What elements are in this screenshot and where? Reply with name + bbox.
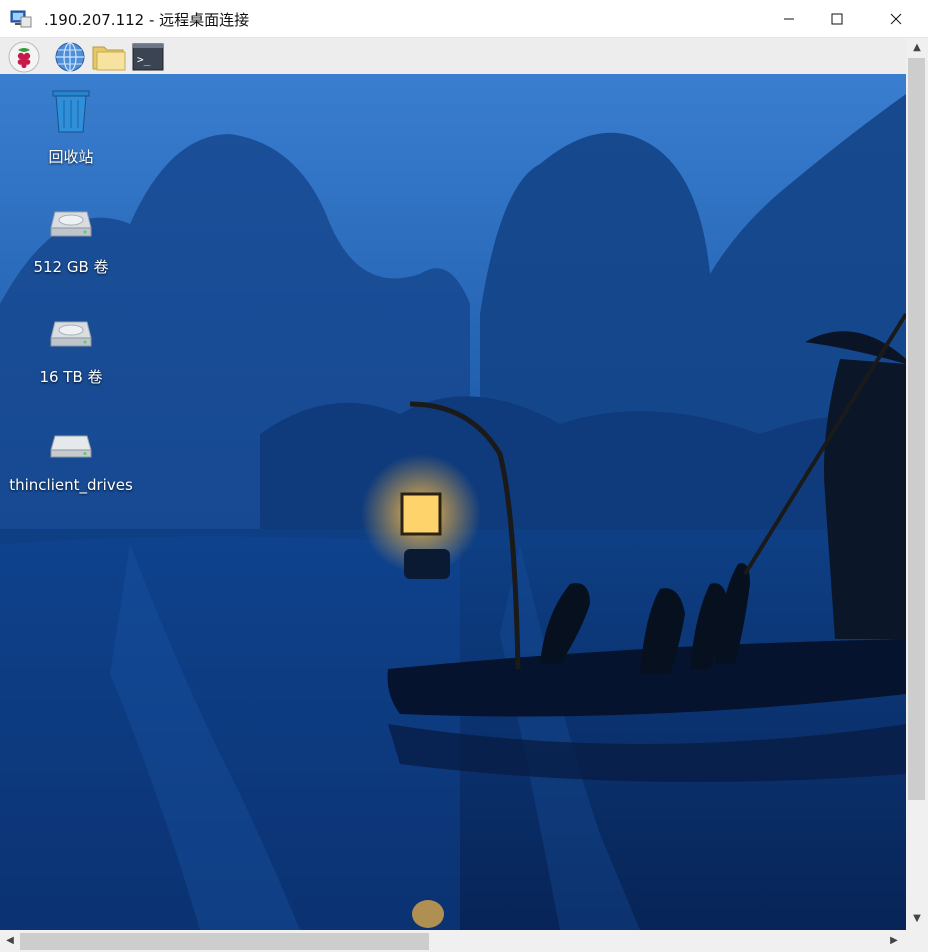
raspberry-menu-button[interactable] [8,41,40,73]
remote-desktop[interactable]: 回收站 512 GB 卷 16 TB 卷 thinclient_drives [0,74,906,930]
scroll-down-button[interactable]: ▼ [907,909,927,929]
maximize-icon [831,13,843,24]
desktop-icon-thinclient-drives[interactable]: thinclient_drives [9,418,133,494]
desktop-icon-16tb-volume[interactable]: 16 TB 卷 [9,308,133,387]
scrollbar-corner [906,930,928,952]
maximize-button[interactable] [814,0,860,37]
globe-icon [55,42,85,72]
desktop-icon-label: 16 TB 卷 [39,368,103,386]
close-icon [890,13,902,24]
terminal-button[interactable]: >_ [132,41,164,73]
close-button[interactable] [873,0,919,37]
terminal-icon: >_ [132,43,164,71]
web-browser-button[interactable] [54,41,86,73]
terminal-glyph: >_ [137,53,151,66]
scroll-up-button[interactable]: ▲ [907,38,927,58]
window-title: .190.207.112 - 远程桌面连接 [44,11,250,29]
raspberry-icon [8,41,40,73]
scroll-left-button[interactable]: ◀ [0,931,20,951]
minimize-button[interactable] [766,0,812,37]
horizontal-scroll-thumb[interactable] [20,933,429,950]
desktop-icon-recycle-bin[interactable]: 回收站 [9,88,133,167]
scroll-right-button[interactable]: ▶ [884,931,904,951]
wallpaper [0,74,906,930]
vertical-scrollbar[interactable]: ▲ ▼ [906,38,928,930]
remote-desktop-icon [10,10,32,28]
trash-icon [52,90,90,133]
remote-taskbar: >_ [0,38,906,74]
drive-icon [50,211,92,237]
minimize-icon [784,18,794,19]
folder-icon [92,46,126,71]
horizontal-scrollbar[interactable]: ◀ ▶ [0,930,906,952]
drive-icon [50,435,92,458]
drive-icon [50,321,92,347]
vertical-scroll-thumb[interactable] [908,58,925,800]
desktop-icon-label: thinclient_drives [9,476,133,494]
window-titlebar[interactable]: .190.207.112 - 远程桌面连接 [0,0,928,38]
desktop-icon-512gb-volume[interactable]: 512 GB 卷 [9,198,133,277]
desktop-icon-label: 512 GB 卷 [33,258,109,276]
desktop-icon-label: 回收站 [48,148,94,166]
file-manager-button[interactable] [92,41,126,73]
